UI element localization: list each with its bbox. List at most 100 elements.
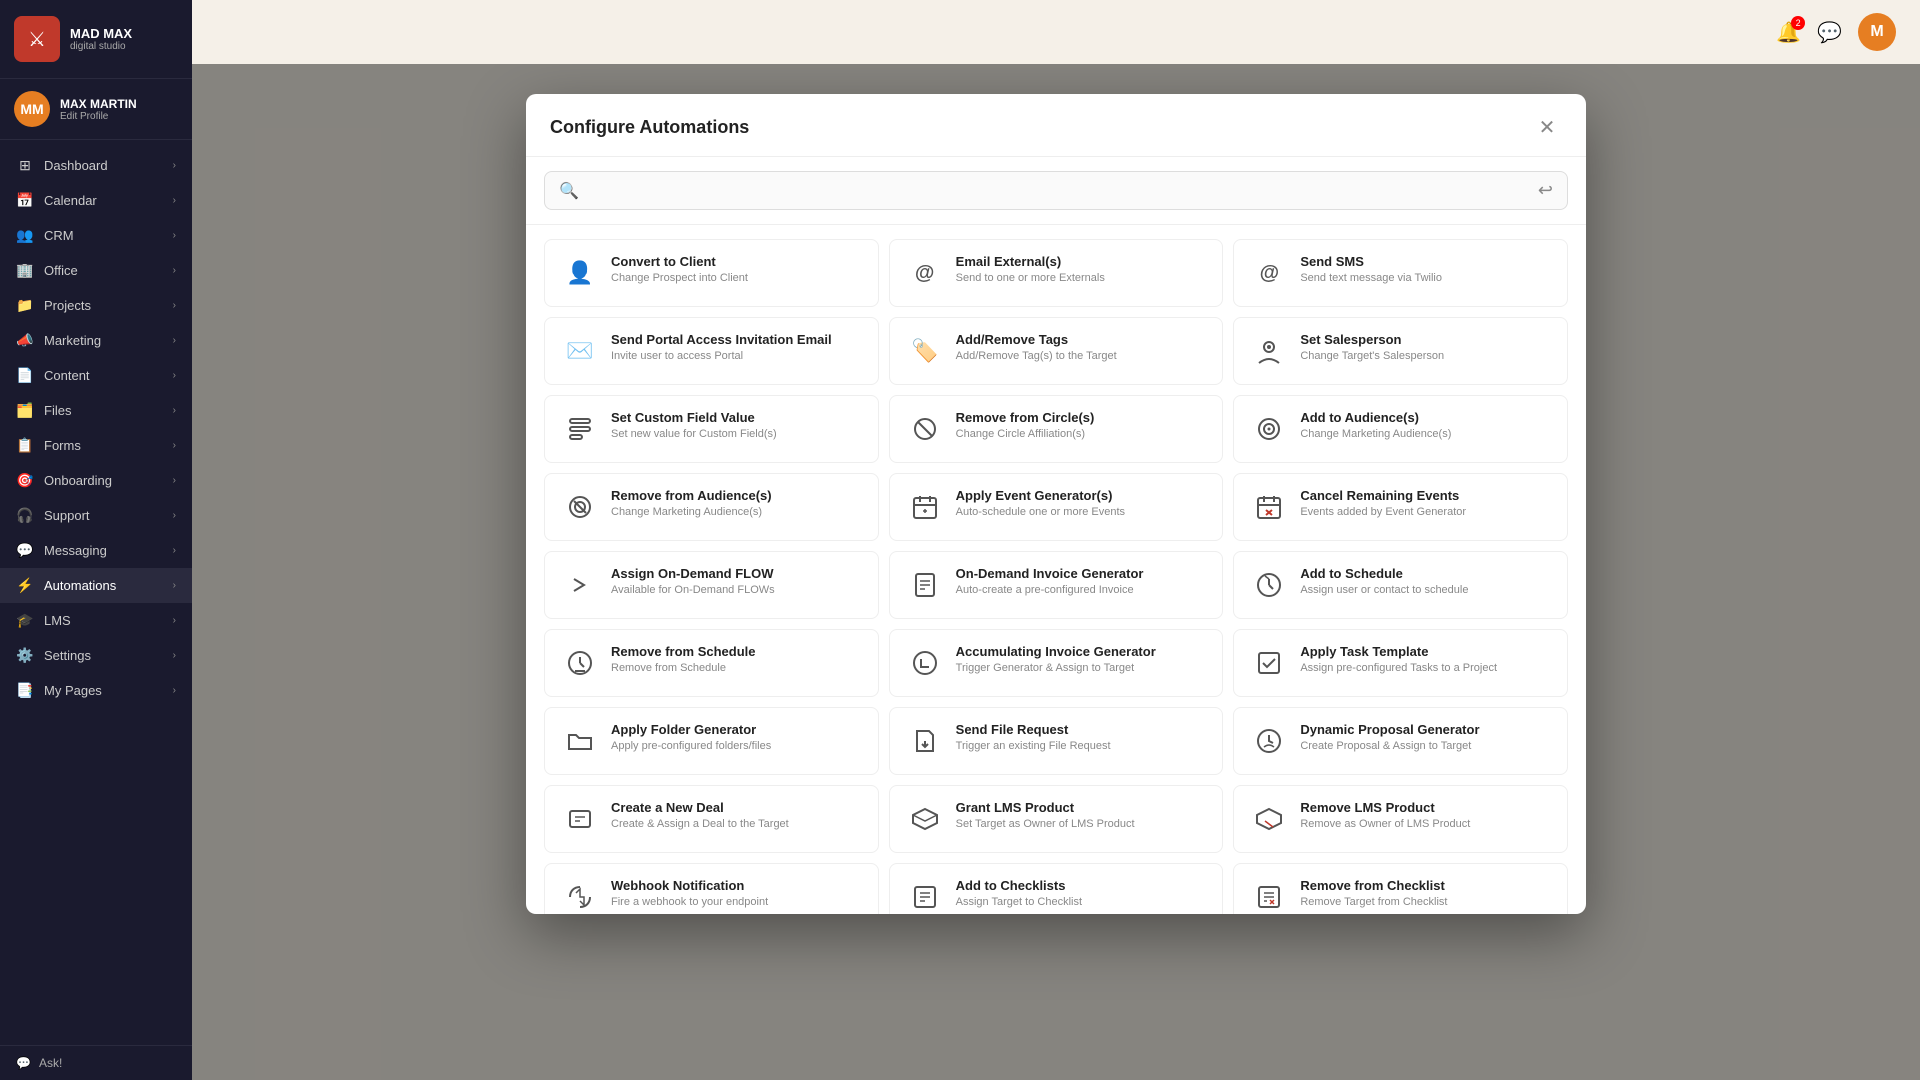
automation-item-apply-task-template[interactable]: Apply Task Template Assign pre-configure… xyxy=(1233,629,1568,697)
modal-close-button[interactable]: ✕ xyxy=(1532,112,1562,142)
sidebar-item-content[interactable]: 📄Content › xyxy=(0,358,192,393)
sidebar-item-label: Marketing xyxy=(44,333,101,348)
messaging-icon: 💬 xyxy=(16,542,34,559)
sidebar-item-forms[interactable]: 📋Forms › xyxy=(0,428,192,463)
settings-icon: ⚙️ xyxy=(16,647,34,664)
search-input[interactable] xyxy=(589,183,1528,199)
sidebar-item-onboarding[interactable]: 🎯Onboarding › xyxy=(0,463,192,498)
sidebar-item-support[interactable]: 🎧Support › xyxy=(0,498,192,533)
sidebar-item-label: Settings xyxy=(44,648,91,663)
automation-item-grant-lms-product[interactable]: Grant LMS Product Set Target as Owner of… xyxy=(889,785,1224,853)
automation-item-add-to-audiences[interactable]: Add to Audience(s) Change Marketing Audi… xyxy=(1233,395,1568,463)
apply-task-template-title: Apply Task Template xyxy=(1300,644,1551,659)
accumulating-invoice-generator-title: Accumulating Invoice Generator xyxy=(956,644,1207,659)
accumulating-invoice-generator-icon xyxy=(906,644,944,682)
grant-lms-product-icon xyxy=(906,800,944,838)
automation-item-send-sms[interactable]: @ Send SMS Send text message via Twilio xyxy=(1233,239,1568,307)
automation-item-remove-from-circle[interactable]: Remove from Circle(s) Change Circle Affi… xyxy=(889,395,1224,463)
ask-button[interactable]: 💬 Ask! xyxy=(16,1056,176,1070)
send-file-request-desc: Trigger an existing File Request xyxy=(956,740,1207,752)
sidebar-item-label: Calendar xyxy=(44,193,97,208)
automation-item-assign-on-demand-flow[interactable]: Assign On-Demand FLOW Available for On-D… xyxy=(544,551,879,619)
automation-item-add-to-schedule[interactable]: Add to Schedule Assign user or contact t… xyxy=(1233,551,1568,619)
on-demand-invoice-generator-title: On-Demand Invoice Generator xyxy=(956,566,1207,581)
accumulating-invoice-generator-desc: Trigger Generator & Assign to Target xyxy=(956,662,1207,674)
sidebar-item-messaging[interactable]: 💬Messaging › xyxy=(0,533,192,568)
sidebar-item-label: Content xyxy=(44,368,90,383)
assign-on-demand-flow-title: Assign On-Demand FLOW xyxy=(611,566,862,581)
topbar: 🔔 2 💬 M xyxy=(192,0,1920,64)
automation-item-send-portal-access[interactable]: ✉️ Send Portal Access Invitation Email I… xyxy=(544,317,879,385)
sidebar-item-projects[interactable]: 📁Projects › xyxy=(0,288,192,323)
webhook-notification-icon xyxy=(561,878,599,914)
remove-lms-product-desc: Remove as Owner of LMS Product xyxy=(1300,818,1551,830)
sidebar-item-calendar[interactable]: 📅Calendar › xyxy=(0,183,192,218)
add-remove-tags-icon: 🏷️ xyxy=(906,332,944,370)
convert-to-client-title: Convert to Client xyxy=(611,254,862,269)
automation-item-add-to-checklists[interactable]: Add to Checklists Assign Target to Check… xyxy=(889,863,1224,914)
automation-item-create-new-deal[interactable]: Create a New Deal Create & Assign a Deal… xyxy=(544,785,879,853)
automation-item-remove-from-schedule[interactable]: Remove from Schedule Remove from Schedul… xyxy=(544,629,879,697)
calendar-icon: 📅 xyxy=(16,192,34,209)
remove-from-schedule-title: Remove from Schedule xyxy=(611,644,862,659)
add-to-checklists-icon xyxy=(906,878,944,914)
remove-from-schedule-icon xyxy=(561,644,599,682)
automation-item-remove-lms-product[interactable]: Remove LMS Product Remove as Owner of LM… xyxy=(1233,785,1568,853)
automation-item-on-demand-invoice-generator[interactable]: On-Demand Invoice Generator Auto-create … xyxy=(889,551,1224,619)
sidebar-item-my-pages[interactable]: 📑My Pages › xyxy=(0,673,192,708)
sidebar-item-office[interactable]: 🏢Office › xyxy=(0,253,192,288)
topbar-avatar[interactable]: M xyxy=(1858,13,1896,51)
remove-from-schedule-desc: Remove from Schedule xyxy=(611,662,862,674)
marketing-icon: 📣 xyxy=(16,332,34,349)
remove-lms-product-title: Remove LMS Product xyxy=(1300,800,1551,815)
automation-item-add-remove-tags[interactable]: 🏷️ Add/Remove Tags Add/Remove Tag(s) to … xyxy=(889,317,1224,385)
automation-item-dynamic-proposal-generator[interactable]: Dynamic Proposal Generator Create Propos… xyxy=(1233,707,1568,775)
automation-item-accumulating-invoice-generator[interactable]: Accumulating Invoice Generator Trigger G… xyxy=(889,629,1224,697)
sidebar-item-label: Office xyxy=(44,263,78,278)
automation-item-apply-folder-generator[interactable]: Apply Folder Generator Apply pre-configu… xyxy=(544,707,879,775)
email-externals-title: Email External(s) xyxy=(956,254,1207,269)
on-demand-invoice-generator-icon xyxy=(906,566,944,604)
apply-folder-generator-desc: Apply pre-configured folders/files xyxy=(611,740,862,752)
sidebar-item-label: My Pages xyxy=(44,683,102,698)
sidebar-item-dashboard[interactable]: ⊞Dashboard › xyxy=(0,148,192,183)
edit-profile-link[interactable]: Edit Profile xyxy=(60,111,178,122)
send-portal-access-icon: ✉️ xyxy=(561,332,599,370)
grant-lms-product-desc: Set Target as Owner of LMS Product xyxy=(956,818,1207,830)
remove-from-circle-desc: Change Circle Affiliation(s) xyxy=(956,428,1207,440)
my-pages-icon: 📑 xyxy=(16,682,34,699)
add-to-checklists-title: Add to Checklists xyxy=(956,878,1207,893)
messages-icon[interactable]: 💬 xyxy=(1817,20,1842,45)
sidebar-item-settings[interactable]: ⚙️Settings › xyxy=(0,638,192,673)
automation-item-cancel-remaining-events[interactable]: Cancel Remaining Events Events added by … xyxy=(1233,473,1568,541)
add-to-schedule-icon xyxy=(1250,566,1288,604)
notification-bell[interactable]: 🔔 2 xyxy=(1776,20,1801,45)
automation-item-set-custom-field[interactable]: Set Custom Field Value Set new value for… xyxy=(544,395,879,463)
back-button[interactable]: ↩ xyxy=(1538,180,1553,201)
automation-item-set-salesperson[interactable]: Set Salesperson Change Target's Salesper… xyxy=(1233,317,1568,385)
user-profile[interactable]: MM MAX MARTIN Edit Profile xyxy=(0,79,192,140)
ask-icon: 💬 xyxy=(16,1056,31,1070)
automation-item-email-externals[interactable]: @ Email External(s) Send to one or more … xyxy=(889,239,1224,307)
remove-lms-product-icon xyxy=(1250,800,1288,838)
send-sms-icon: @ xyxy=(1250,254,1288,292)
automation-item-webhook-notification[interactable]: Webhook Notification Fire a webhook to y… xyxy=(544,863,879,914)
automation-item-convert-to-client[interactable]: 👤 Convert to Client Change Prospect into… xyxy=(544,239,879,307)
automation-item-remove-from-audiences[interactable]: Remove from Audience(s) Change Marketing… xyxy=(544,473,879,541)
dynamic-proposal-generator-desc: Create Proposal & Assign to Target xyxy=(1300,740,1551,752)
modal-overlay[interactable]: Configure Automations ✕ 🔍 ↩ 👤 Convert to… xyxy=(192,64,1920,1080)
app-name: MAD MAX xyxy=(70,26,132,42)
search-box: 🔍 ↩ xyxy=(544,171,1568,210)
sidebar-item-files[interactable]: 🗂️Files › xyxy=(0,393,192,428)
automation-item-remove-from-checklist[interactable]: Remove from Checklist Remove Target from… xyxy=(1233,863,1568,914)
automation-item-send-file-request[interactable]: Send File Request Trigger an existing Fi… xyxy=(889,707,1224,775)
apply-event-generator-title: Apply Event Generator(s) xyxy=(956,488,1207,503)
sidebar-item-lms[interactable]: 🎓LMS › xyxy=(0,603,192,638)
sidebar-item-automations[interactable]: ⚡Automations › xyxy=(0,568,192,603)
convert-to-client-icon: 👤 xyxy=(561,254,599,292)
sidebar-item-crm[interactable]: 👥CRM › xyxy=(0,218,192,253)
automation-grid: 👤 Convert to Client Change Prospect into… xyxy=(526,225,1586,914)
sidebar-item-marketing[interactable]: 📣Marketing › xyxy=(0,323,192,358)
sidebar-nav: ⊞Dashboard › 📅Calendar › 👥CRM › 🏢Office … xyxy=(0,140,192,1045)
automation-item-apply-event-generator[interactable]: Apply Event Generator(s) Auto-schedule o… xyxy=(889,473,1224,541)
